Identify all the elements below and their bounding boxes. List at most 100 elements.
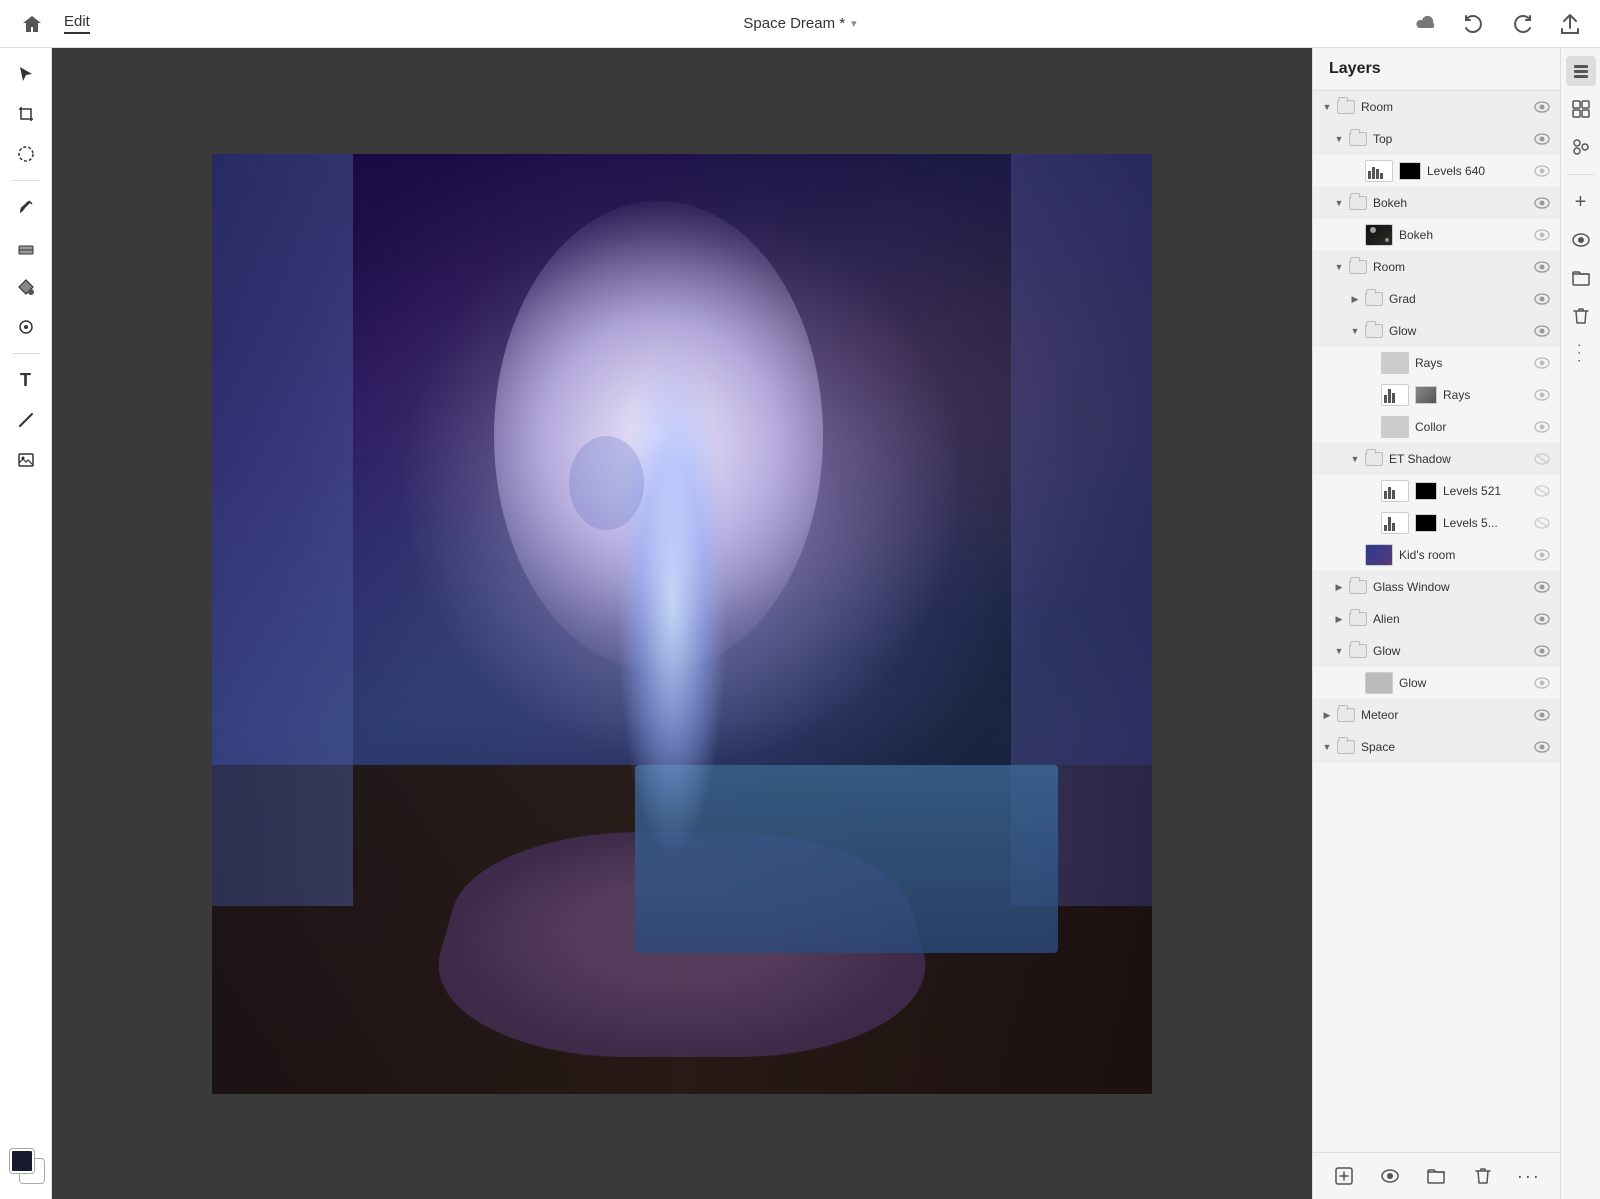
layer-levels521[interactable]: Levels 521 <box>1313 475 1560 507</box>
layers-list[interactable]: ▼ Room ▼ Top <box>1313 91 1560 1152</box>
layer-toggle[interactable]: ▶ <box>1333 581 1345 593</box>
visibility-icon[interactable] <box>1532 257 1552 277</box>
folder-button[interactable] <box>1421 1161 1451 1191</box>
layer-toggle-empty <box>1349 165 1361 177</box>
layer-toggle[interactable]: ▼ <box>1333 261 1345 273</box>
layer-name: Levels 640 <box>1427 164 1532 178</box>
text-tool[interactable]: T <box>8 362 44 398</box>
layer-toggle[interactable]: ▼ <box>1321 741 1333 753</box>
color-swatch[interactable] <box>8 1147 44 1183</box>
lasso-tool[interactable] <box>8 136 44 172</box>
effects-view-button[interactable] <box>1566 94 1596 124</box>
visibility-icon[interactable] <box>1532 545 1552 565</box>
visibility-icon[interactable] <box>1532 609 1552 629</box>
redo-button[interactable] <box>1508 10 1536 38</box>
layer-space-group[interactable]: ▼ Space <box>1313 731 1560 763</box>
layer-toggle[interactable]: ▼ <box>1333 197 1345 209</box>
layer-room-group[interactable]: ▼ Room <box>1313 91 1560 123</box>
layer-toggle[interactable]: ▶ <box>1333 613 1345 625</box>
more-options-button[interactable]: ··· <box>1514 1161 1544 1191</box>
image-tool[interactable] <box>8 442 44 478</box>
layer-toggle[interactable]: ▶ <box>1321 709 1333 721</box>
layer-toggle[interactable]: ▼ <box>1333 645 1345 657</box>
layer-name: Levels 521 <box>1443 484 1532 498</box>
select-tool[interactable] <box>8 56 44 92</box>
fill-tool[interactable] <box>8 269 44 305</box>
delete-layer-button[interactable] <box>1468 1161 1498 1191</box>
more-mini-button[interactable]: ··· <box>1566 339 1596 369</box>
layer-thumbnail <box>1381 352 1409 374</box>
layer-toggle[interactable]: ▼ <box>1321 101 1333 113</box>
layer-levels5[interactable]: Levels 5... <box>1313 507 1560 539</box>
visibility-icon[interactable] <box>1532 385 1552 405</box>
add-layer-button[interactable] <box>1329 1161 1359 1191</box>
layer-top-group[interactable]: ▼ Top <box>1313 123 1560 155</box>
layer-name: Room <box>1361 100 1532 114</box>
layer-toggle[interactable]: ▼ <box>1333 133 1345 145</box>
layer-glow-2[interactable]: Glow <box>1313 667 1560 699</box>
layer-room-subgroup[interactable]: ▼ Room <box>1313 251 1560 283</box>
share-button[interactable] <box>1556 10 1584 38</box>
layer-collor[interactable]: Collor <box>1313 411 1560 443</box>
clone-tool[interactable] <box>8 309 44 345</box>
visibility-icon[interactable] <box>1532 641 1552 661</box>
crop-tool[interactable] <box>8 96 44 132</box>
layer-toggle[interactable]: ▼ <box>1349 325 1361 337</box>
home-button[interactable] <box>16 8 48 40</box>
canvas-area[interactable] <box>52 48 1312 1199</box>
visibility-icon[interactable] <box>1532 705 1552 725</box>
visibility-icon[interactable] <box>1532 449 1552 469</box>
undo-button[interactable] <box>1460 10 1488 38</box>
visibility-icon[interactable] <box>1532 481 1552 501</box>
layer-alien-group[interactable]: ▶ Alien <box>1313 603 1560 635</box>
layer-glasswindow-group[interactable]: ▶ Glass Window <box>1313 571 1560 603</box>
eye-mini-button[interactable] <box>1566 225 1596 255</box>
visibility-icon[interactable] <box>1532 225 1552 245</box>
layer-toggle[interactable]: ▼ <box>1349 453 1361 465</box>
visibility-icon[interactable] <box>1532 161 1552 181</box>
eraser-tool[interactable] <box>8 229 44 265</box>
visibility-icon[interactable] <box>1532 193 1552 213</box>
layer-glow-group[interactable]: ▼ Glow <box>1313 315 1560 347</box>
layers-view-button[interactable] <box>1566 56 1596 86</box>
layer-toggle-empty <box>1365 517 1377 529</box>
layer-name: Space <box>1361 740 1532 754</box>
eye-button[interactable] <box>1375 1161 1405 1191</box>
visibility-icon[interactable] <box>1532 97 1552 117</box>
line-tool[interactable] <box>8 402 44 438</box>
layer-etshadow-group[interactable]: ▼ ET Shadow <box>1313 443 1560 475</box>
visibility-icon[interactable] <box>1532 289 1552 309</box>
visibility-icon[interactable] <box>1532 737 1552 757</box>
edit-menu[interactable]: Edit <box>64 13 90 34</box>
filters-view-button[interactable] <box>1566 132 1596 162</box>
cloud-save-button[interactable] <box>1412 10 1440 38</box>
topbar: Edit Space Dream * ▾ <box>0 0 1600 48</box>
layer-name: ET Shadow <box>1389 452 1532 466</box>
layer-grad-group[interactable]: ▶ Grad <box>1313 283 1560 315</box>
layer-name: Top <box>1373 132 1532 146</box>
layer-thumbnail <box>1365 224 1393 246</box>
visibility-icon[interactable] <box>1532 513 1552 533</box>
visibility-icon[interactable] <box>1532 417 1552 437</box>
layer-kidsroom[interactable]: Kid's room <box>1313 539 1560 571</box>
layer-levels640[interactable]: Levels 640 <box>1313 155 1560 187</box>
layers-panel-title: Layers <box>1313 48 1560 91</box>
visibility-icon[interactable] <box>1532 321 1552 341</box>
visibility-icon[interactable] <box>1532 577 1552 597</box>
visibility-icon[interactable] <box>1532 353 1552 373</box>
folder-mini-button[interactable] <box>1566 263 1596 293</box>
add-button[interactable]: + <box>1566 187 1596 217</box>
layer-glow-group2[interactable]: ▼ Glow <box>1313 635 1560 667</box>
layer-toggle[interactable]: ▶ <box>1349 293 1361 305</box>
visibility-icon[interactable] <box>1532 673 1552 693</box>
layer-bokeh[interactable]: Bokeh <box>1313 219 1560 251</box>
layer-meteor-group[interactable]: ▶ Meteor <box>1313 699 1560 731</box>
visibility-icon[interactable] <box>1532 129 1552 149</box>
foreground-color[interactable] <box>10 1149 34 1173</box>
layer-rays-1[interactable]: Rays <box>1313 347 1560 379</box>
layer-rays-2[interactable]: Rays <box>1313 379 1560 411</box>
layer-thumbnail <box>1381 480 1409 502</box>
delete-mini-button[interactable] <box>1566 301 1596 331</box>
layer-bokeh-group[interactable]: ▼ Bokeh <box>1313 187 1560 219</box>
brush-tool[interactable] <box>8 189 44 225</box>
